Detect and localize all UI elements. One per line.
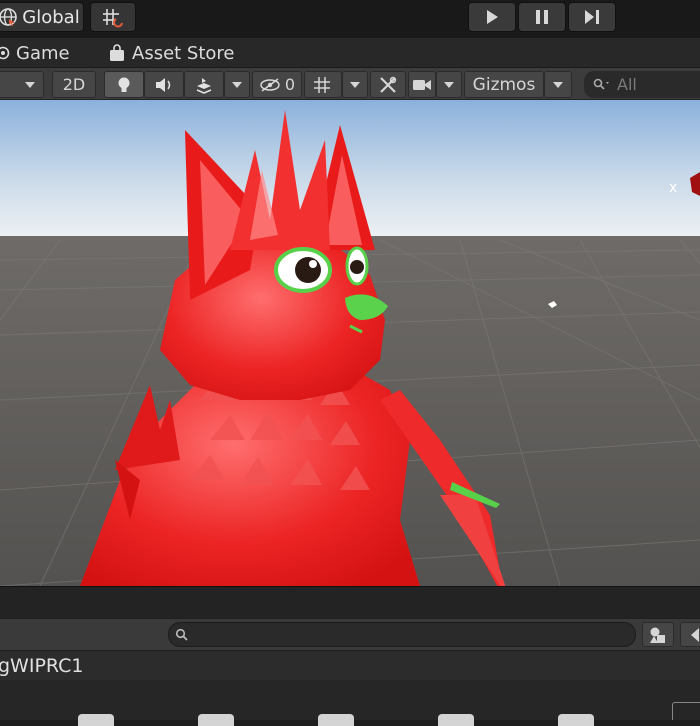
global-label: Global bbox=[22, 6, 80, 28]
scene-render[interactable]: x bbox=[0, 100, 700, 586]
camera-icon bbox=[413, 79, 431, 90]
lower-panel bbox=[0, 680, 700, 726]
eye-slash-icon bbox=[260, 77, 280, 92]
gizmos-label: Gizmos bbox=[472, 74, 536, 95]
lighting-toggle-button[interactable] bbox=[104, 71, 144, 98]
hidden-count: 0 bbox=[284, 75, 296, 94]
scene-search-placeholder: All bbox=[617, 75, 637, 94]
gizmos-button[interactable]: Gizmos bbox=[464, 71, 544, 98]
camera-dropdown[interactable] bbox=[436, 71, 462, 98]
effects-layers-icon bbox=[196, 77, 212, 94]
step-button[interactable] bbox=[568, 2, 616, 32]
shopping-bag-icon bbox=[110, 44, 124, 61]
chevron-down-icon bbox=[553, 81, 563, 88]
axis-label-x: x bbox=[669, 180, 677, 196]
globe-icon bbox=[0, 8, 18, 26]
light-bulb-icon bbox=[118, 77, 130, 92]
draw-mode-dropdown[interactable] bbox=[0, 71, 44, 98]
effects-toggle-button[interactable] bbox=[184, 71, 224, 98]
chevron-down-icon bbox=[350, 81, 360, 88]
pause-icon bbox=[536, 10, 548, 24]
speaker-icon bbox=[156, 77, 171, 92]
scene-viewport[interactable]: x bbox=[0, 100, 700, 586]
tab-game[interactable]: Game bbox=[0, 38, 70, 68]
shapes-icon bbox=[650, 627, 665, 643]
play-button[interactable] bbox=[468, 2, 516, 32]
grid-icon bbox=[314, 76, 330, 93]
search-icon bbox=[175, 628, 188, 641]
effects-dropdown[interactable] bbox=[224, 71, 250, 98]
scene-view-toolbar: 2D 0 Gizmos All bbox=[0, 68, 700, 100]
play-icon bbox=[487, 10, 498, 24]
item-thumbnail[interactable] bbox=[438, 714, 474, 726]
hierarchy-toolbar bbox=[0, 618, 700, 650]
tools-icon bbox=[380, 76, 397, 93]
toggle-2d-button[interactable]: 2D bbox=[52, 71, 96, 98]
label-filter-button[interactable] bbox=[680, 622, 700, 647]
grid-snap-button[interactable] bbox=[90, 2, 136, 32]
tab-asset-store-label: Asset Store bbox=[132, 42, 235, 64]
item-thumbnail[interactable] bbox=[198, 714, 234, 726]
search-icon bbox=[593, 78, 609, 90]
pause-button[interactable] bbox=[518, 2, 566, 32]
tab-bar: Game Asset Store bbox=[0, 38, 700, 68]
item-thumbnail[interactable] bbox=[78, 714, 114, 726]
step-icon bbox=[585, 10, 599, 24]
camera-button[interactable] bbox=[408, 71, 436, 98]
gizmos-dropdown[interactable] bbox=[544, 71, 572, 98]
selected-object-name: gWIPRC1 bbox=[0, 654, 84, 677]
panel-corner bbox=[672, 702, 700, 720]
global-toggle-button[interactable]: Global bbox=[0, 2, 84, 32]
chevron-down-icon bbox=[232, 81, 242, 88]
audio-toggle-button[interactable] bbox=[144, 71, 184, 98]
chevron-down-icon bbox=[444, 81, 454, 88]
shapes-button[interactable] bbox=[642, 622, 674, 647]
toggle-2d-label: 2D bbox=[62, 75, 86, 94]
grid-snap-icon bbox=[103, 9, 123, 28]
item-thumbnail[interactable] bbox=[318, 714, 354, 726]
hidden-objects-toggle[interactable]: 0 bbox=[252, 71, 302, 98]
tools-button[interactable] bbox=[370, 71, 406, 98]
tab-asset-store[interactable]: Asset Store bbox=[108, 38, 235, 68]
hierarchy-search-field[interactable] bbox=[168, 622, 636, 647]
game-tab-icon bbox=[0, 46, 10, 60]
panel-divider bbox=[0, 586, 700, 618]
grid-dropdown[interactable] bbox=[342, 71, 368, 98]
scene-search-field[interactable]: All bbox=[584, 71, 700, 98]
item-thumbnail[interactable] bbox=[558, 714, 594, 726]
tag-icon bbox=[691, 627, 699, 642]
selected-object-bar[interactable]: gWIPRC1 bbox=[0, 650, 700, 680]
main-toolbar: Global bbox=[0, 0, 700, 38]
grid-toggle-button[interactable] bbox=[304, 71, 342, 98]
tab-game-label: Game bbox=[16, 42, 70, 64]
chevron-down-icon bbox=[25, 81, 35, 88]
